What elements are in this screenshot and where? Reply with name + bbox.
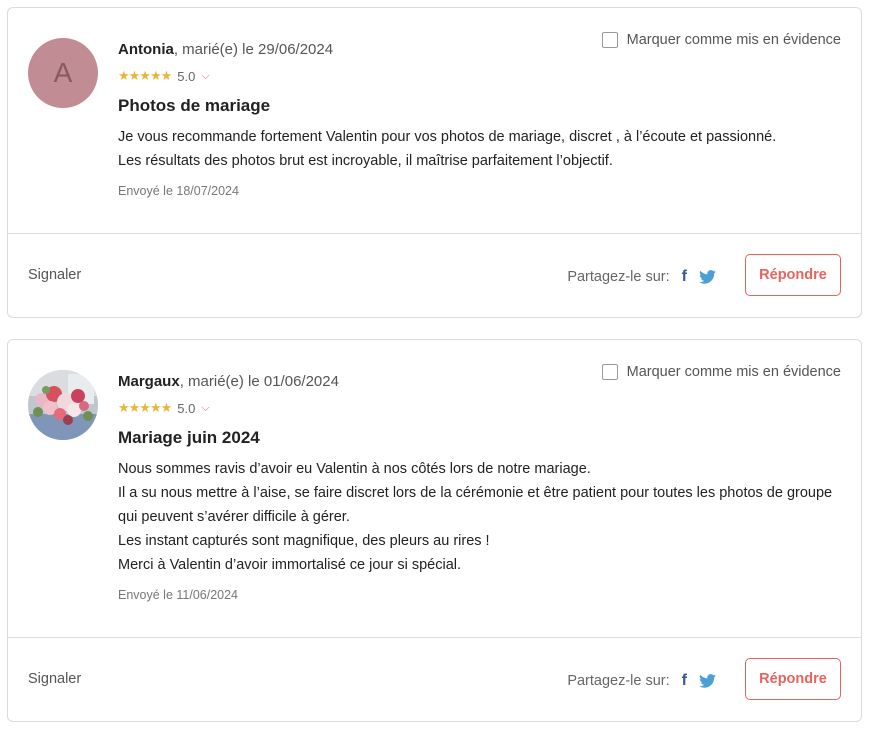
wedding-date: , marié(e) le 01/06/2024 [179,373,339,390]
wedding-date: , marié(e) le 29/06/2024 [173,41,334,58]
report-link[interactable]: Signaler [28,267,81,283]
featured-label[interactable]: Marquer comme mis en évidence [627,364,841,380]
sent-date: Envoyé le 11/06/2024 [118,588,239,602]
divider [8,233,861,234]
report-link[interactable]: Signaler [28,671,81,687]
share-row: Partagez-le sur: f [567,268,716,286]
featured-checkbox[interactable] [601,364,618,380]
author-name: Antonia [118,41,174,58]
star-rating-icon: ★★★★★ [118,400,172,415]
review-card: A Antonia, marié(e) le 29/06/2024 ★★★★★ … [7,7,862,318]
avatar-letter: A [53,57,73,88]
review-text-line: Je vous recommande fortement Valentin po… [118,129,777,145]
author-name: Margaux [118,373,180,390]
share-label: Partagez-le sur: [567,673,670,689]
rating[interactable]: ★★★★★ 5.0 ⌵ [118,68,210,84]
chevron-down-icon[interactable]: ⌵ [201,402,209,415]
featured-checkbox[interactable] [601,32,618,48]
rating-value: 5.0 [177,400,196,416]
review-title: Mariage juin 2024 [118,428,260,447]
twitter-icon[interactable] [699,270,716,284]
review-text-line: Les instant capturés sont magnifique, de… [118,533,490,549]
reply-button[interactable]: Répondre [745,658,841,700]
star-rating-icon: ★★★★★ [118,68,172,83]
twitter-icon[interactable] [699,674,716,688]
rating-value: 5.0 [177,68,196,84]
chevron-down-icon[interactable]: ⌵ [201,70,209,83]
review-text-line: Il a su nous mettre à l’aise, se faire d… [118,485,833,525]
reply-button[interactable]: Répondre [745,254,841,296]
review-body: Je vous recommande fortement Valentin po… [118,125,848,173]
review-text-line: Nous sommes ravis d’avoir eu Valentin à … [118,461,591,477]
avatar: A [28,38,98,108]
rating[interactable]: ★★★★★ 5.0 ⌵ [118,400,210,416]
featured-label[interactable]: Marquer comme mis en évidence [627,32,841,48]
share-row: Partagez-le sur: f [567,672,716,690]
facebook-icon[interactable]: f [682,672,687,690]
avatar [28,370,98,440]
review-author-line: Margaux, marié(e) le 01/06/2024 [118,373,339,390]
share-label: Partagez-le sur: [567,269,670,285]
review-author-line: Antonia, marié(e) le 29/06/2024 [118,41,333,58]
review-body: Nous sommes ravis d’avoir eu Valentin à … [118,457,848,577]
review-text-line: Les résultats des photos brut est incroy… [118,153,613,169]
review-text-line: Merci à Valentin d’avoir immortalisé ce … [118,557,462,573]
mark-featured-toggle[interactable]: Marquer comme mis en évidence [601,364,841,380]
divider [8,637,861,638]
review-title: Photos de mariage [118,96,271,115]
sent-date: Envoyé le 18/07/2024 [118,184,239,198]
facebook-icon[interactable]: f [682,268,687,286]
mark-featured-toggle[interactable]: Marquer comme mis en évidence [601,32,841,48]
bouquet-photo [28,370,98,440]
review-card: Margaux, marié(e) le 01/06/2024 ★★★★★ 5.… [7,339,862,722]
